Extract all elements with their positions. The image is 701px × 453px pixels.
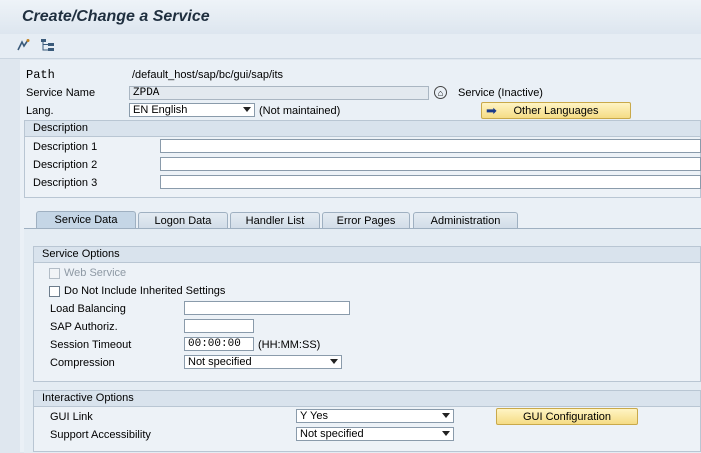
hierarchy-icon-glyph (41, 39, 54, 51)
service-status: Service (Inactive) (458, 87, 543, 99)
chevron-down-icon (330, 359, 338, 364)
chevron-down-icon (442, 413, 450, 418)
support-accessibility-select[interactable]: Not specified (296, 427, 454, 441)
compression-select-value: Not specified (188, 356, 252, 368)
other-languages-label: Other Languages (513, 104, 599, 117)
gui-link-label: GUI Link (50, 411, 93, 423)
path-value: /default_host/sap/bc/gui/sap/its (132, 69, 284, 81)
path-label: Path (26, 68, 55, 82)
hierarchy-icon[interactable] (40, 37, 56, 53)
lang-select-value: EN English (133, 104, 188, 116)
lang-note: (Not maintained) (259, 105, 341, 117)
do-not-include-label: Do Not Include Inherited Settings (64, 285, 226, 297)
service-options-title: Service Options (34, 247, 700, 263)
load-balancing-input[interactable] (184, 301, 350, 315)
service-name-field[interactable]: ZPDA (129, 86, 429, 100)
session-timeout-label: Session Timeout (50, 339, 132, 351)
lang-select[interactable]: EN English (129, 103, 255, 117)
description-title: Description (25, 121, 700, 137)
tab-handler-list[interactable]: Handler List (230, 212, 320, 228)
session-timeout-unit: (HH:MM:SS) (258, 339, 321, 351)
web-service-checkbox[interactable] (49, 268, 60, 279)
tab-administration[interactable]: Administration (413, 212, 518, 228)
interactive-options-title: Interactive Options (34, 391, 700, 407)
tab-error-pages[interactable]: Error Pages (322, 212, 410, 228)
display-change-icon-glyph (17, 39, 30, 51)
load-balancing-label: Load Balancing (50, 303, 126, 315)
support-accessibility-select-value: Not specified (300, 428, 364, 440)
sap-authoriz-label: SAP Authoriz. (50, 321, 118, 333)
description-1-input[interactable] (160, 139, 701, 153)
chevron-down-icon (243, 107, 251, 112)
arrow-right-icon: ➡ (486, 103, 497, 118)
tab-service-data[interactable]: Service Data (36, 211, 136, 228)
lang-label: Lang. (26, 105, 54, 117)
toolbar (0, 34, 701, 59)
sap-authoriz-input[interactable] (184, 319, 254, 333)
service-name-label: Service Name (26, 87, 96, 99)
display-change-icon[interactable] (16, 37, 32, 53)
description-2-input[interactable] (160, 157, 701, 171)
compression-select[interactable]: Not specified (184, 355, 342, 369)
service-status-icon: ⌂ (434, 86, 447, 99)
description-3-label: Description 3 (33, 177, 98, 189)
description-3-input[interactable] (160, 175, 701, 189)
page-title: Create/Change a Service (22, 8, 210, 25)
gui-configuration-button[interactable]: GUI Configuration (496, 408, 638, 425)
gui-link-select-value: Y Yes (300, 410, 328, 422)
tab-logon-data[interactable]: Logon Data (138, 212, 228, 228)
compression-label: Compression (50, 357, 115, 369)
session-timeout-input[interactable]: 00:00:00 (184, 337, 254, 351)
do-not-include-checkbox[interactable] (49, 286, 60, 297)
gui-link-select[interactable]: Y Yes (296, 409, 454, 423)
other-languages-button[interactable]: ➡ Other Languages (481, 102, 631, 119)
service-options-section: Service Options (33, 246, 701, 382)
support-accessibility-label: Support Accessibility (50, 429, 151, 441)
web-service-label: Web Service (64, 267, 127, 279)
description-2-label: Description 2 (33, 159, 98, 171)
description-1-label: Description 1 (33, 141, 98, 153)
chevron-down-icon (442, 431, 450, 436)
